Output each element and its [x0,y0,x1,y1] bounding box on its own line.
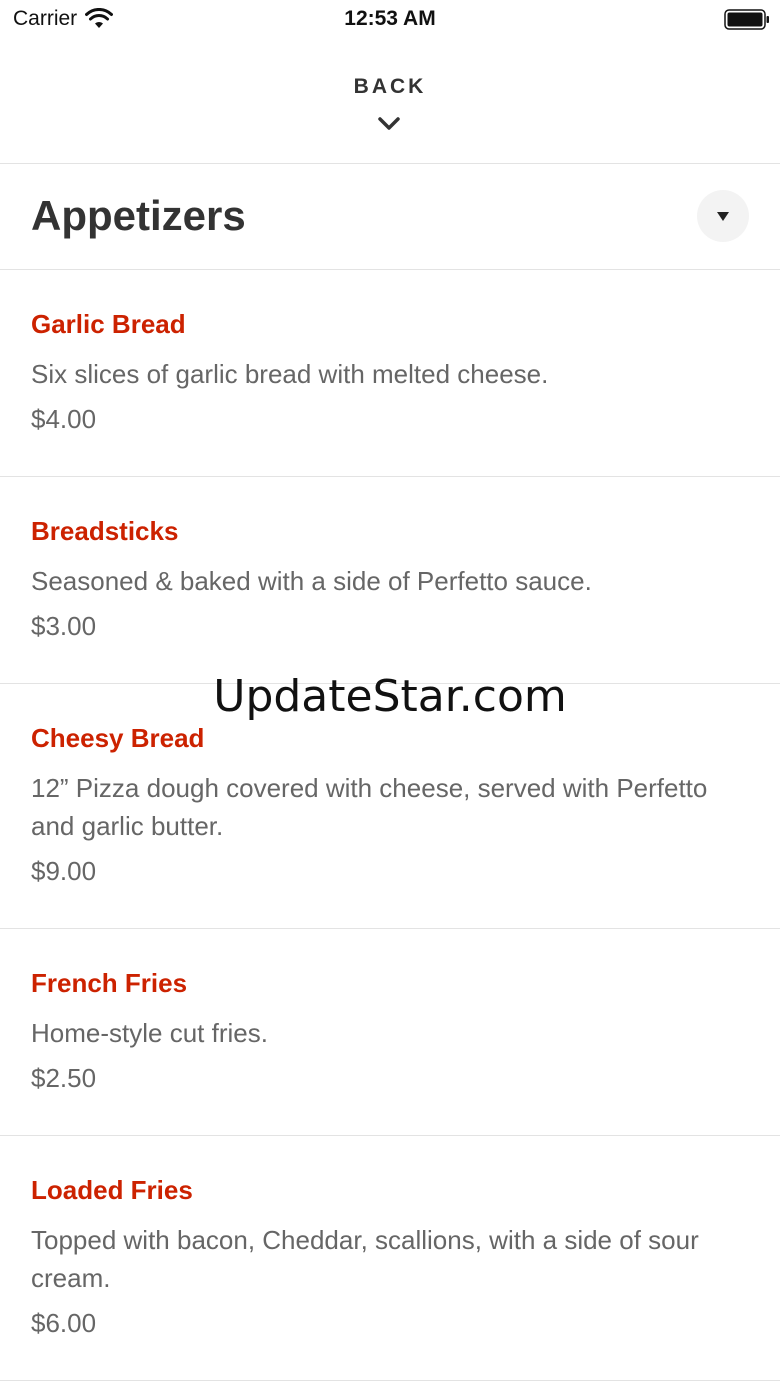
back-header[interactable]: BACK [0,40,780,164]
menu-item-name: Garlic Bread [31,309,186,339]
menu-item-name: Breadsticks [31,516,179,546]
menu-item-price: $3.00 [31,611,97,641]
menu-item-name: French Fries [31,968,188,998]
menu-item-description: 12” Pizza dough covered with cheese, ser… [31,773,708,841]
status-time: 12:53 AM [344,7,436,30]
menu-item[interactable]: Loaded Fries Topped with bacon, Cheddar,… [0,1136,780,1381]
menu-item-description: Seasoned & baked with a side of Perfetto… [31,566,592,596]
menu-item-price: $4.00 [31,404,97,434]
menu-item-list: Garlic Bread Six slices of garlic bread … [0,270,780,1381]
category-title: Appetizers [31,192,246,239]
menu-item-price: $6.00 [31,1308,97,1338]
menu-item[interactable]: Cheesy Bread 12” Pizza dough covered wit… [0,684,780,929]
menu-item-name: Loaded Fries [31,1175,193,1205]
chevron-down-icon[interactable] [377,116,401,132]
menu-item-price: $9.00 [31,856,97,886]
dropdown-arrow-icon [717,211,729,221]
back-button[interactable]: BACK [0,75,780,99]
menu-item-description: Home-style cut fries. [31,1018,268,1048]
menu-item-price: $2.50 [31,1063,97,1093]
menu-item-name: Cheesy Bread [31,723,205,753]
menu-item[interactable]: French Fries Home-style cut fries. $2.50 [0,929,780,1136]
battery-icon [724,9,769,30]
category-header[interactable]: Appetizers [0,164,780,270]
menu-item-description: Topped with bacon, Cheddar, scallions, w… [31,1225,699,1293]
menu-item[interactable]: Garlic Bread Six slices of garlic bread … [0,270,780,477]
status-bar: Carrier 12:53 AM [0,0,780,40]
category-dropdown-button[interactable] [697,190,749,242]
menu-item[interactable]: Breadsticks Seasoned & baked with a side… [0,477,780,684]
menu-item-description: Six slices of garlic bread with melted c… [31,359,549,389]
